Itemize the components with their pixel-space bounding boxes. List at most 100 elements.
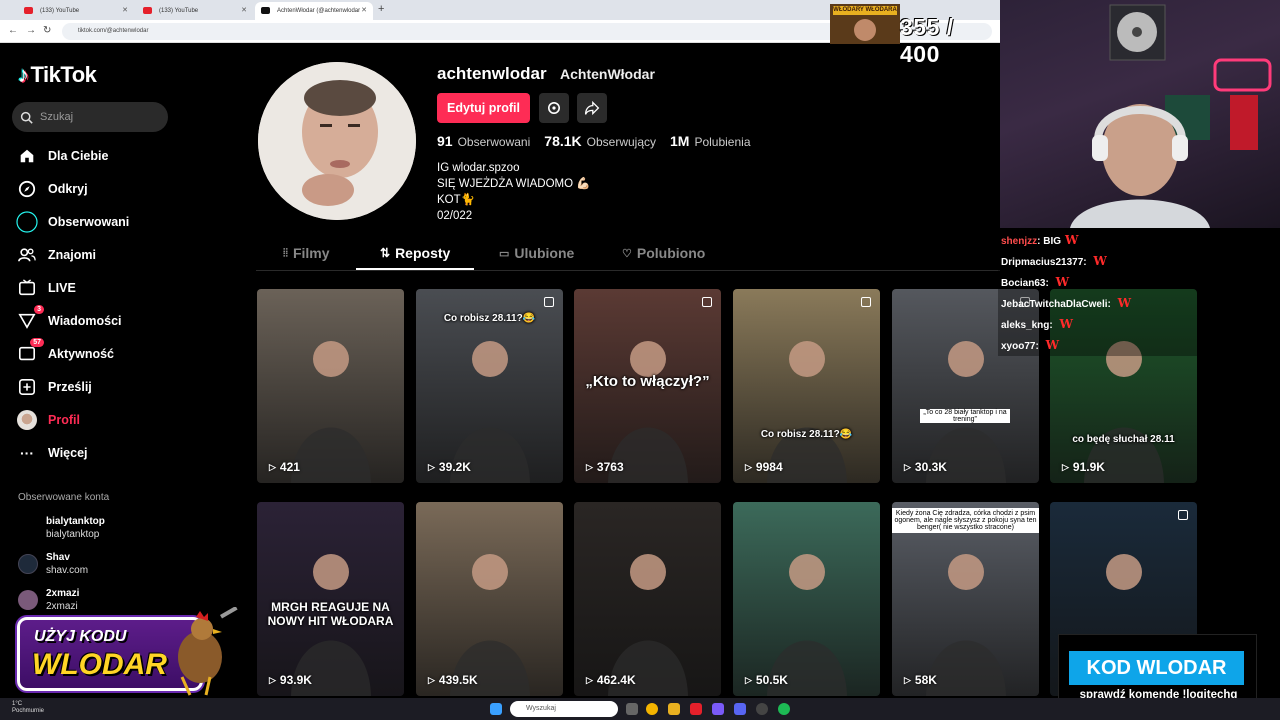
nav-upload[interactable]: Prześlij — [16, 374, 92, 400]
browser-tab-1[interactable]: (133) YouTube ✕ — [18, 2, 134, 20]
weather-widget[interactable]: 1°C Pochmurnie — [12, 701, 44, 715]
avatar — [18, 518, 38, 538]
tab-label: Ulubione — [514, 245, 575, 261]
webcam-scene-icon — [1070, 4, 1272, 228]
folder-icon[interactable] — [668, 703, 680, 715]
nav-label: Odkryj — [48, 182, 88, 196]
chat-message: shenjzz: BIG W — [1001, 233, 1079, 247]
share-icon — [584, 100, 600, 116]
followed-account[interactable]: 2xmazi 2xmazi — [18, 587, 79, 613]
followed-account[interactable]: bialytanktop bialytanktop — [18, 515, 105, 541]
active-tab-indicator — [356, 268, 474, 270]
profile-username: achtenwlodar — [437, 64, 547, 83]
chrome-icon[interactable] — [646, 703, 658, 715]
chat-emote: W — [1093, 254, 1107, 268]
youtube-icon — [143, 7, 152, 14]
stat-followers[interactable]: 78.1K Obserwujący — [544, 133, 656, 149]
nav-for-you[interactable]: Dla Ciebie — [16, 143, 108, 169]
account-name: Shav — [46, 552, 70, 563]
multi-image-icon — [544, 297, 554, 307]
repost-icon: ⇅ — [380, 246, 391, 260]
tab-liked[interactable]: ♡ Polubiono — [622, 245, 705, 261]
stat-value: 78.1K — [544, 133, 582, 149]
view-count: ▷ 93.9K — [269, 673, 312, 687]
app-icon[interactable] — [690, 703, 702, 715]
view-count-text: 50.5K — [755, 673, 788, 687]
browser-tab-2[interactable]: (133) YouTube ✕ — [137, 2, 253, 20]
close-icon[interactable]: ✕ — [122, 6, 128, 14]
tab-reposts[interactable]: ⇅ Reposty — [380, 245, 450, 261]
chat-username: Bocian63 — [1001, 278, 1046, 289]
nav-profile[interactable]: Profil — [16, 407, 80, 433]
webcam-overlay — [1000, 0, 1280, 228]
search-input[interactable] — [40, 111, 160, 123]
view-count-text: 58K — [914, 673, 937, 687]
stat-label: Obserwowani — [457, 135, 531, 149]
reload-icon[interactable]: ↻ — [43, 25, 51, 36]
nav-label: Dla Ciebie — [48, 149, 109, 163]
video-card[interactable]: Kiedy żona Cię zdradza, córka chodzi z p… — [892, 502, 1039, 696]
promo-code: WLODAR — [32, 648, 167, 681]
nav-activity[interactable]: 57 Aktywność — [16, 338, 114, 367]
multi-image-icon — [861, 297, 871, 307]
tab-videos[interactable]: ⦙⦙ Filmy — [283, 245, 330, 261]
nav-following[interactable]: Obserwowani — [16, 209, 129, 235]
obs-icon[interactable] — [756, 703, 768, 715]
video-caption: Co robisz 28.11?😂 — [760, 429, 853, 440]
video-card[interactable]: Co robisz 28.11?😂 ▷ 39.2K — [416, 289, 563, 483]
tiktok-logo[interactable]: ♪TikTok — [18, 62, 97, 88]
activity-badge: 57 — [30, 338, 44, 347]
close-icon[interactable]: ✕ — [241, 6, 247, 14]
bookmark-icon: ▭ — [499, 247, 510, 260]
share-button[interactable] — [577, 93, 607, 123]
video-card[interactable]: ▷ 462.4K — [574, 502, 721, 696]
video-card[interactable]: MRGH REAGUJE NA NOWY HIT WŁODARA ▷ 93.9K — [257, 502, 404, 696]
video-card[interactable]: ▷ 439.5K — [416, 502, 563, 696]
stream-chat: shenjzz: BIG W Dripmacius21377: W Bocian63:… — [998, 228, 1280, 356]
view-count: ▷ 439.5K — [428, 673, 478, 687]
taskbar-search[interactable]: Wyszukaj — [510, 701, 618, 717]
profile-avatar-large[interactable] — [258, 62, 416, 220]
play-icon: ▷ — [269, 674, 276, 685]
video-card[interactable]: Co robisz 28.11?😂 ▷ 9984 — [733, 289, 880, 483]
app-icon[interactable] — [712, 703, 724, 715]
spotify-icon[interactable] — [778, 703, 790, 715]
view-count-text: 39.2K — [438, 460, 471, 474]
video-card[interactable]: ▷ 50.5K — [733, 502, 880, 696]
nav-friends[interactable]: Znajomi — [16, 242, 96, 268]
play-icon: ▷ — [428, 674, 435, 685]
view-count-text: 93.9K — [279, 673, 312, 687]
stat-label: Obserwujący — [586, 135, 656, 149]
nav-more[interactable]: ··· Więcej — [16, 440, 88, 466]
chat-message: Dripmacius21377: W — [1001, 254, 1107, 268]
settings-button[interactable] — [539, 93, 569, 123]
play-icon: ▷ — [904, 461, 911, 472]
back-icon[interactable]: ← — [8, 25, 18, 36]
video-card[interactable]: ▷ 421 — [257, 289, 404, 483]
nav-live[interactable]: LIVE — [16, 275, 76, 301]
heart-icon: ♡ — [622, 247, 632, 260]
url-text: tiktok.com/@achtenwlodar — [78, 28, 149, 34]
account-handle: bialytanktop — [46, 529, 100, 540]
edit-profile-button[interactable]: Edytuj profil — [437, 93, 530, 123]
search-box[interactable] — [12, 102, 168, 132]
tab-favorites[interactable]: ▭ Ulubione — [499, 245, 574, 261]
nav-label: Aktywność — [48, 347, 114, 361]
goal-counter: WŁODARY WŁODARA 355 / 400 — [830, 4, 1000, 67]
nav-explore[interactable]: Odkryj — [16, 176, 88, 202]
nav-label: Prześlij — [48, 380, 92, 394]
forward-icon[interactable]: → — [26, 25, 36, 36]
windows-start-icon[interactable] — [490, 703, 502, 715]
followed-account[interactable]: Shav shav.com — [18, 551, 88, 577]
profile-stats: 91 Obserwowani 78.1K Obserwujący 1M Polubie… — [437, 133, 765, 149]
video-card[interactable]: „Kto to włączył?” ▷ 3763 — [574, 289, 721, 483]
code-title: KOD WLODAR — [1069, 651, 1244, 685]
task-view-icon[interactable] — [626, 703, 638, 715]
close-icon[interactable]: ✕ — [361, 6, 367, 14]
browser-tab-3[interactable]: AchtenWłodar (@achtenwlodar ✕ — [255, 2, 373, 20]
new-tab-icon[interactable]: + — [378, 3, 384, 15]
nav-messages[interactable]: 3 Wiadomości — [16, 305, 122, 334]
stat-following[interactable]: 91 Obserwowani — [437, 133, 530, 149]
discord-icon[interactable] — [734, 703, 746, 715]
chat-username: shenjzz — [1001, 236, 1038, 247]
